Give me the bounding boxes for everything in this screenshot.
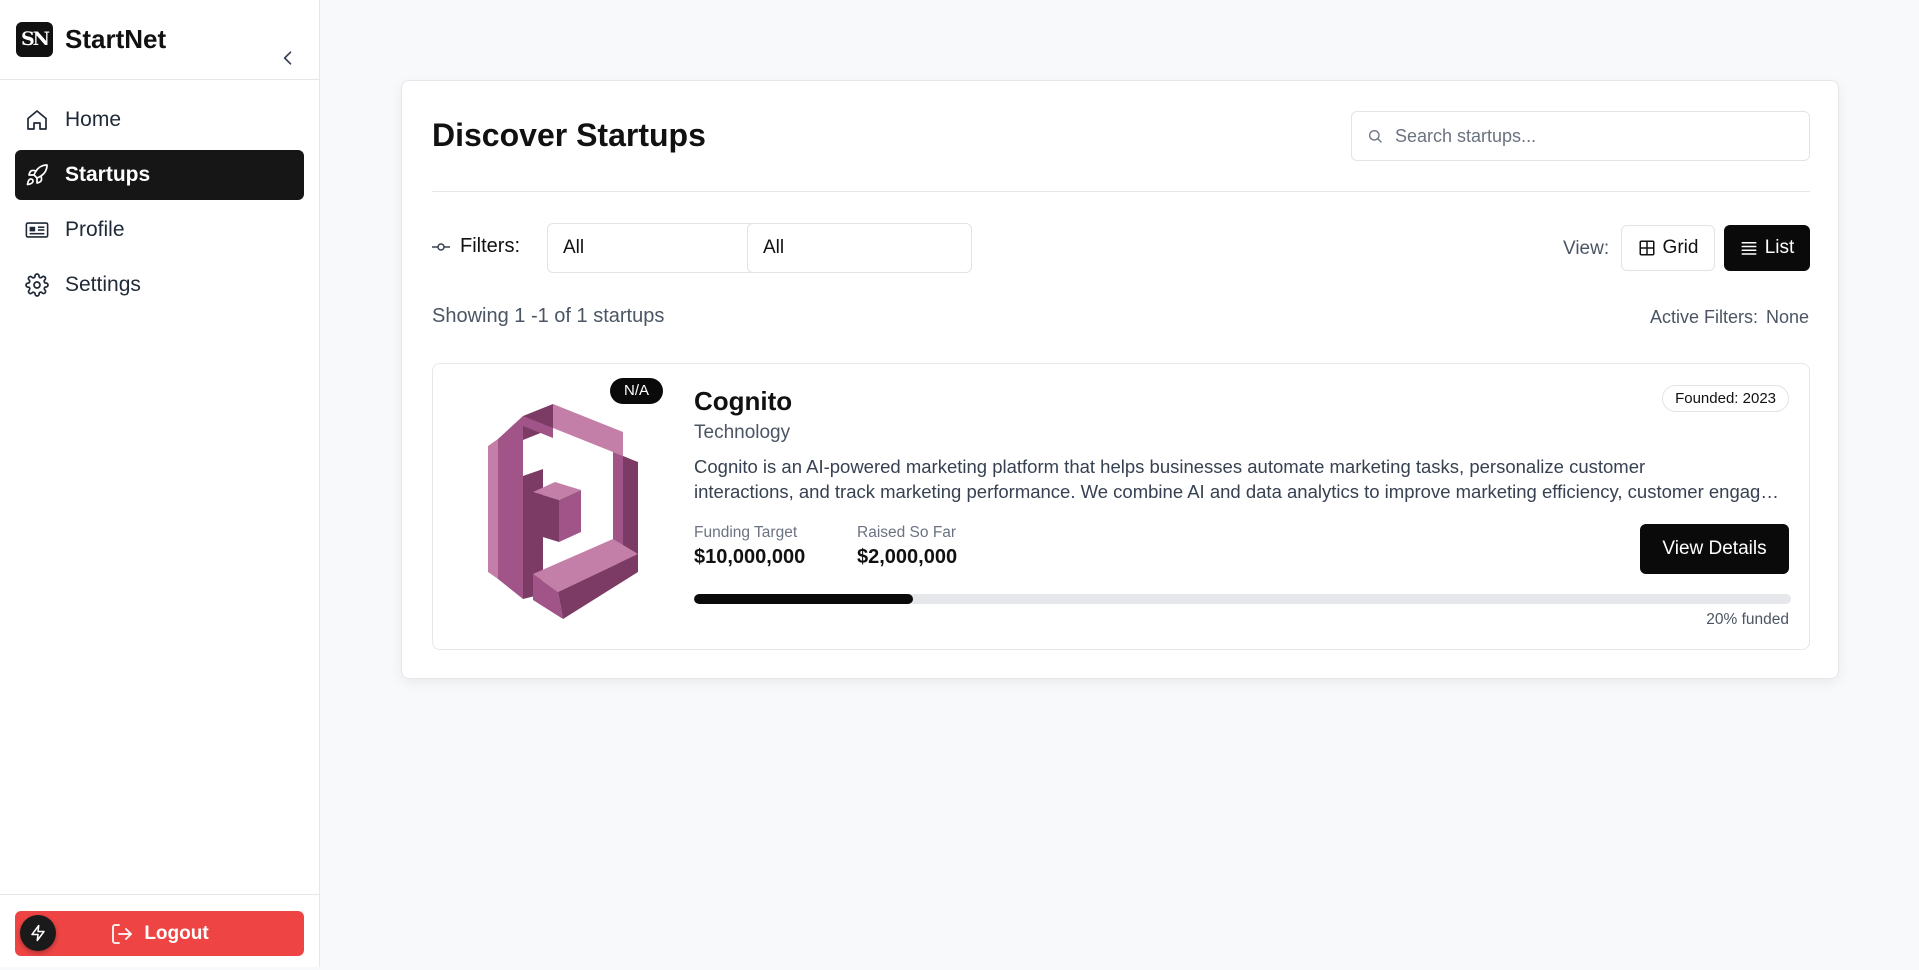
description-line: interactions, and track marketing perfor… bbox=[694, 481, 1789, 502]
rocket-icon bbox=[25, 163, 49, 187]
funding-target: Funding Target $10,000,000 bbox=[694, 524, 805, 569]
list-view-label: List bbox=[1764, 237, 1795, 258]
brand-header: SN StartNet bbox=[0, 0, 319, 80]
active-filters-value: None bbox=[1765, 307, 1809, 327]
id-card-icon bbox=[25, 218, 49, 242]
home-icon bbox=[25, 108, 49, 132]
funded-percentage: 20% funded bbox=[1706, 611, 1789, 628]
description-line: Cognito is an AI-powered marketing platf… bbox=[694, 456, 1646, 477]
sidebar: SN StartNet Home Startups Profile Settin… bbox=[0, 0, 320, 967]
discover-card: Discover Startups Filters: All All View:… bbox=[401, 80, 1839, 679]
sidebar-item-label: Home bbox=[65, 108, 122, 131]
collapse-sidebar-button[interactable] bbox=[278, 48, 298, 68]
stage-filter-select[interactable]: All bbox=[747, 223, 972, 273]
raised-label: Raised So Far bbox=[857, 524, 957, 541]
active-filters-label: Active Filters: bbox=[1649, 307, 1758, 327]
logout-label: Logout bbox=[144, 922, 209, 944]
sidebar-item-startups[interactable]: Startups bbox=[15, 150, 304, 200]
raised-so-far: Raised So Far $2,000,000 bbox=[857, 524, 957, 569]
status-badge: N/A bbox=[610, 378, 663, 404]
startup-name[interactable]: Cognito bbox=[694, 386, 792, 417]
funding-progress-fill bbox=[694, 594, 914, 604]
sidebar-item-home[interactable]: Home bbox=[15, 95, 304, 145]
sidebar-item-label: Settings bbox=[65, 273, 141, 296]
list-icon bbox=[1740, 239, 1758, 257]
funding-target-value: $10,000,000 bbox=[694, 546, 806, 568]
funding-target-label: Funding Target bbox=[694, 524, 798, 541]
chevron-left-icon bbox=[283, 51, 292, 65]
startup-logo bbox=[463, 394, 643, 619]
search-input[interactable] bbox=[1395, 125, 1775, 147]
grid-icon bbox=[1638, 239, 1656, 257]
filter-slider-icon bbox=[432, 241, 450, 253]
founded-badge: Founded: 2023 bbox=[1662, 385, 1789, 412]
brand-name: StartNet bbox=[65, 24, 167, 54]
lightning-bolt-icon bbox=[31, 924, 45, 942]
page-title: Discover Startups bbox=[432, 117, 706, 153]
header-divider bbox=[432, 191, 1810, 192]
quick-action-button[interactable] bbox=[20, 915, 56, 951]
filters-label-text: Filters: bbox=[460, 235, 520, 257]
sidebar-item-label: Profile bbox=[65, 218, 125, 241]
sidebar-nav: Home Startups Profile Settings bbox=[15, 95, 304, 315]
category-filter-select[interactable]: All bbox=[547, 223, 772, 273]
startup-description: Cognito is an AI-powered marketing platf… bbox=[694, 454, 1789, 504]
logout-icon bbox=[110, 922, 134, 946]
logout-button[interactable]: Logout bbox=[15, 911, 304, 956]
gear-icon bbox=[25, 273, 49, 297]
sidebar-item-profile[interactable]: Profile bbox=[15, 205, 304, 255]
filters-label: Filters: bbox=[432, 235, 520, 258]
filters-row: Filters: All All View: Grid List bbox=[432, 223, 1810, 273]
startup-card[interactable]: N/A Cognito Technology Founded: 2023 Cog… bbox=[432, 363, 1810, 650]
startup-category: Technology bbox=[694, 422, 791, 443]
view-details-button[interactable]: View Details bbox=[1640, 524, 1789, 574]
raised-value: $2,000,000 bbox=[857, 546, 958, 568]
funding-progress-bar bbox=[694, 594, 1791, 604]
list-view-button[interactable]: List bbox=[1724, 225, 1810, 271]
startnet-logo[interactable]: SN bbox=[16, 22, 53, 57]
view-label: View: bbox=[1563, 238, 1610, 259]
search-box[interactable] bbox=[1351, 111, 1810, 161]
search-icon bbox=[1367, 128, 1383, 144]
grid-view-label: Grid bbox=[1662, 237, 1699, 258]
active-filters: Active Filters: None bbox=[1650, 307, 1809, 328]
results-count: Showing 1 -1 of 1 startups bbox=[432, 305, 665, 327]
grid-view-button[interactable]: Grid bbox=[1621, 225, 1715, 271]
sidebar-item-label: Startups bbox=[65, 163, 151, 186]
sidebar-item-settings[interactable]: Settings bbox=[15, 260, 304, 310]
